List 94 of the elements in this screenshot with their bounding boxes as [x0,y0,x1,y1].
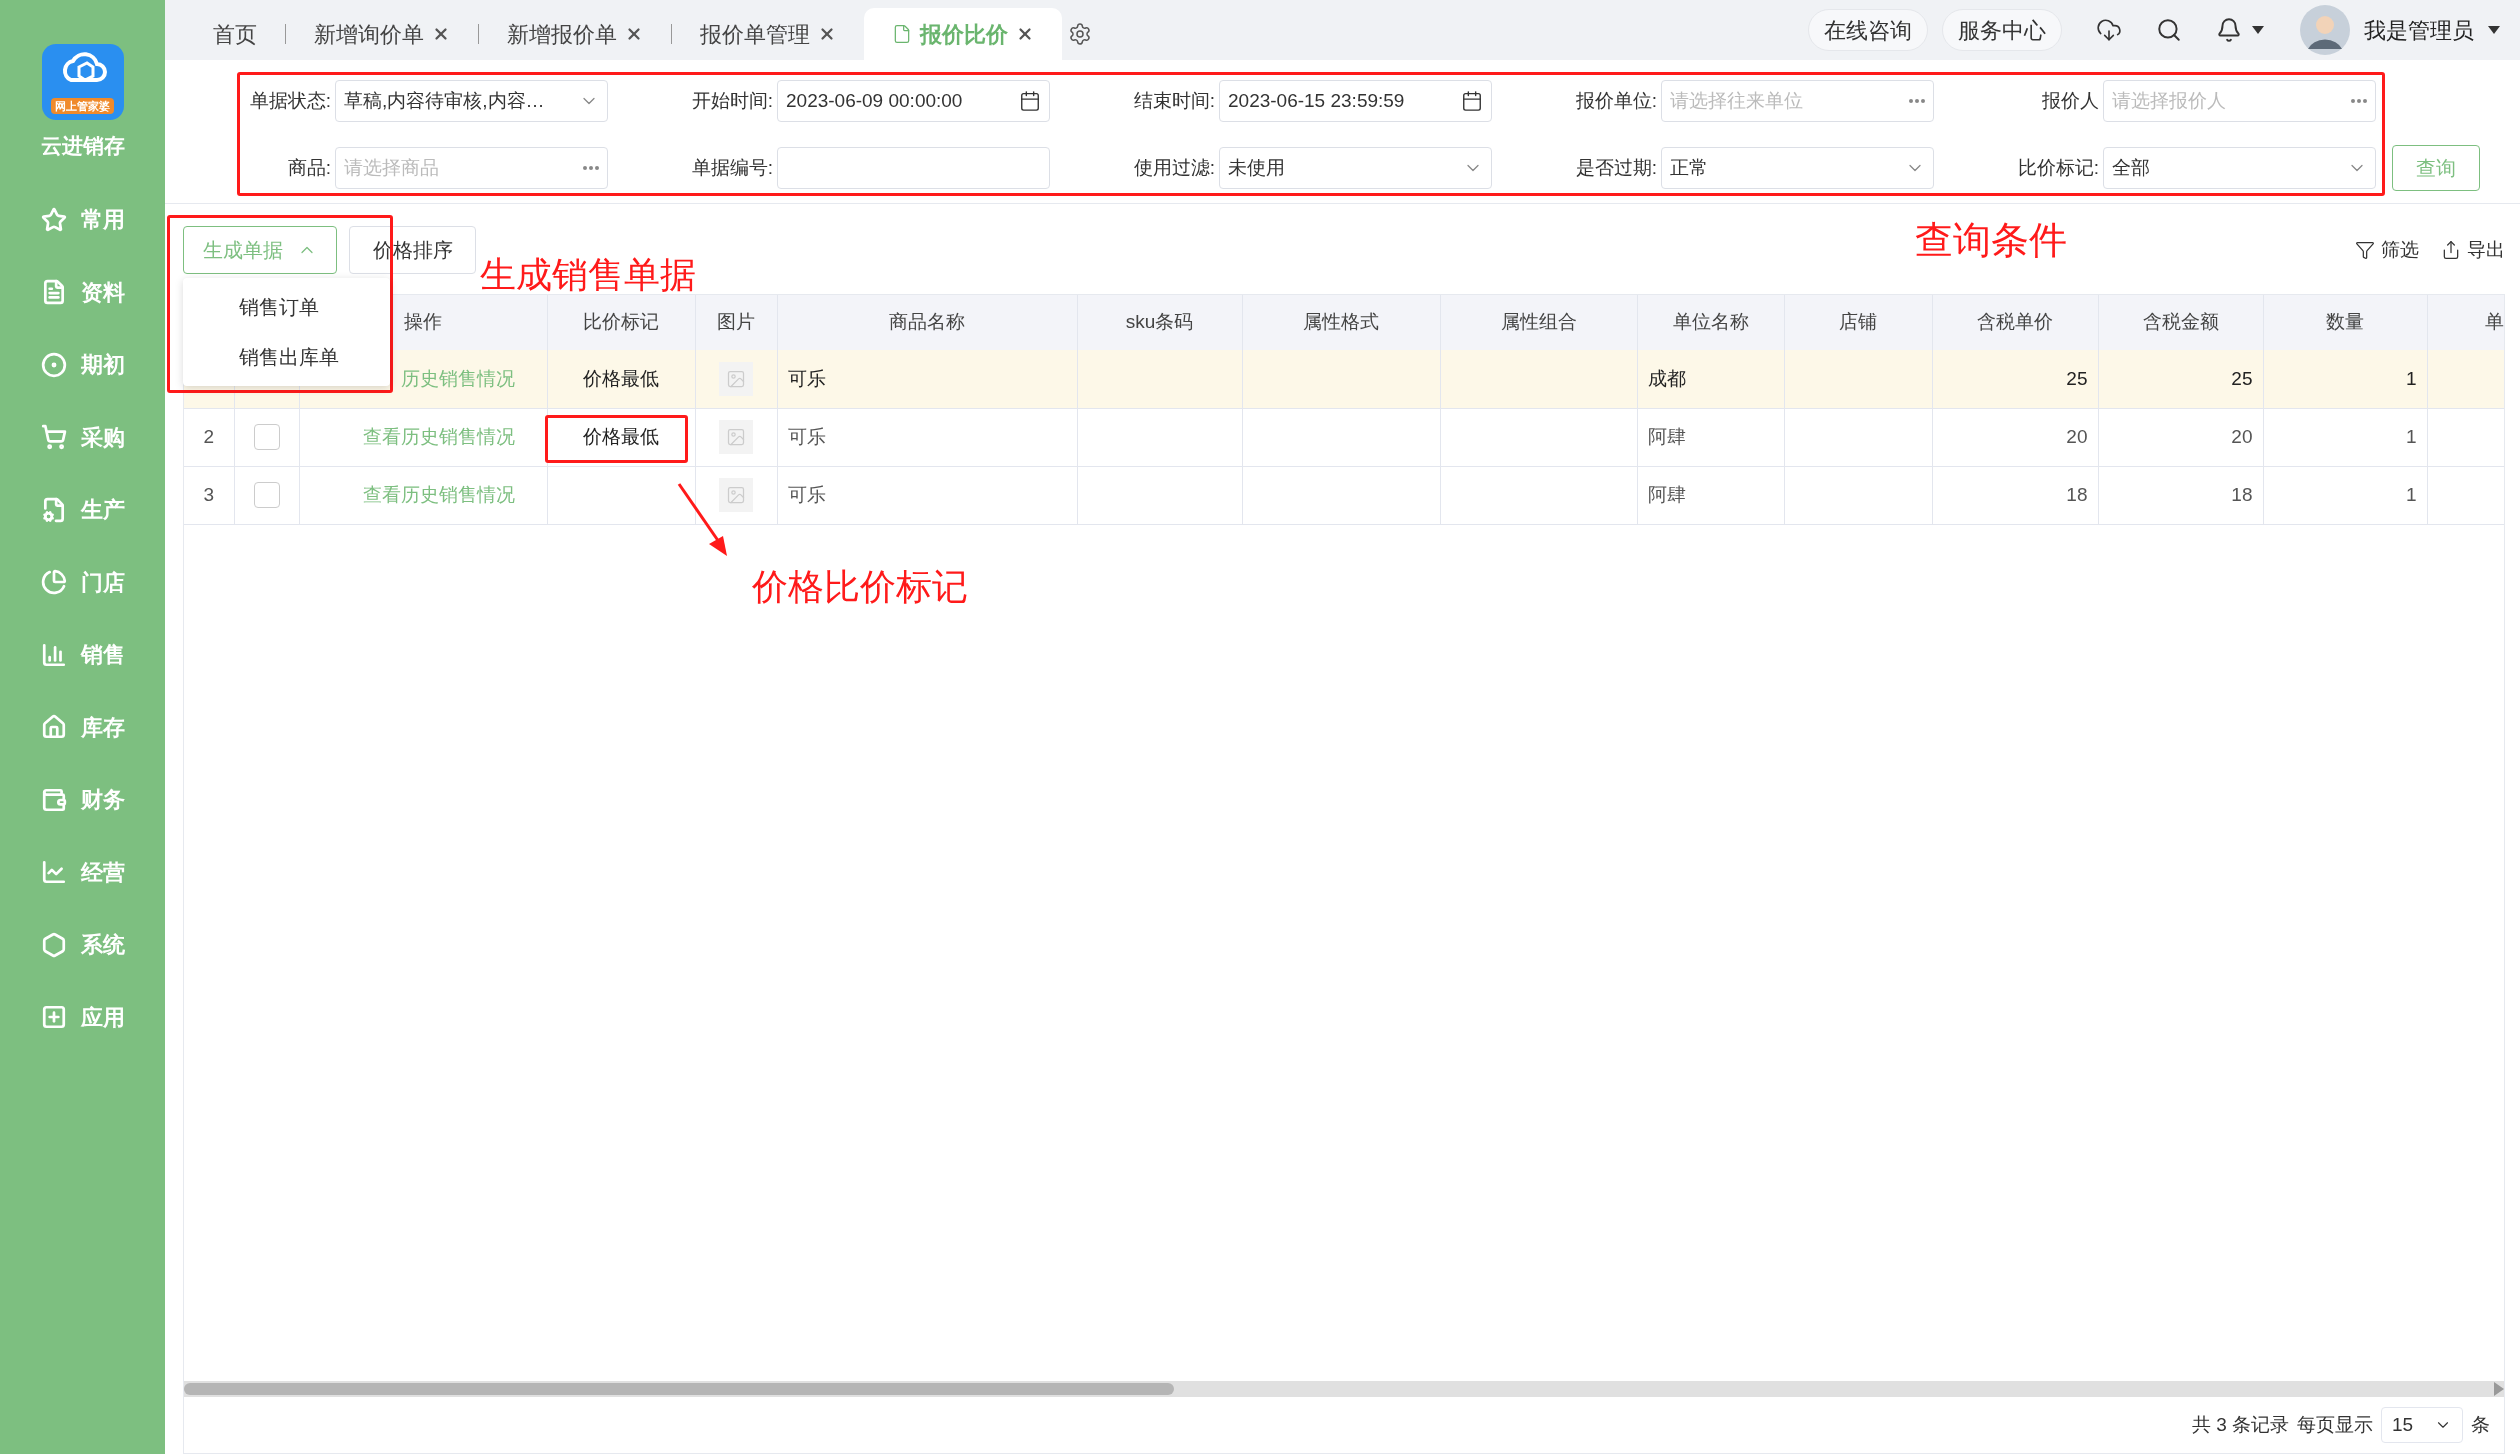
record-count: 共 3 条记录 [2191,1412,2289,1437]
sort-button[interactable]: 价格排序 [349,226,476,274]
toolbar-link[interactable]: 导出 [2441,235,2505,265]
filter-label: 比价标记: [2016,155,2100,180]
file-icon [892,24,912,44]
tab[interactable]: 新增询价单 [286,8,478,60]
table-cell: 25 [2231,367,2253,389]
plus-square-icon [40,1004,67,1031]
table-cell: 阿肆 [1647,425,1686,447]
avatar[interactable] [2300,5,2350,55]
page-size-unit: 条 [2471,1412,2490,1437]
wallet-icon [40,786,67,813]
annotation-label: 生成销售单据 [480,253,696,297]
toolbar-link[interactable]: 筛选 [2355,235,2419,265]
filter-label: 使用过滤: [1132,155,1216,180]
file-icon [40,496,67,523]
header-button[interactable]: 服务中心 [1942,9,2062,51]
tab[interactable]: 报价单管理 [672,8,864,60]
line-chart-icon [40,859,67,886]
user-name[interactable]: 我是管理员 [2364,13,2474,47]
more-icon[interactable] [1909,99,1925,103]
row-checkbox[interactable] [253,424,280,450]
scrollbar-thumb[interactable] [184,1383,1174,1395]
close-icon[interactable] [1016,25,1034,43]
table-cell: 可乐 [787,483,826,505]
more-icon[interactable] [583,166,599,170]
table-cell: 25 [2066,367,2088,389]
caret-icon [2252,26,2264,34]
table-cell: 阿肆 [1647,483,1686,505]
calendar-icon [1461,90,1483,112]
search-icon[interactable] [2156,17,2182,43]
date-field[interactable]: 2023-06-09 00:00:00 [777,80,1050,122]
app-name: 云进销存 [40,133,125,159]
horizontal-scrollbar[interactable] [184,1381,2504,1397]
table-cell: 可乐 [787,367,826,389]
date-field[interactable]: 2023-06-15 23:59:59 [1219,80,1492,122]
select-field[interactable]: 草稿,内容待审核,内容… [335,80,608,122]
annotation-label: 查询条件 [1915,218,2067,263]
close-icon[interactable] [625,25,643,43]
table-cell: 可乐 [787,425,826,447]
table-cell: 1 [2405,425,2417,447]
filter-label: 单据编号: [690,155,774,180]
calendar-icon [1019,90,1041,112]
input-field[interactable] [777,147,1050,189]
filter-label: 单据状态: [248,88,332,113]
share-icon [2441,240,2461,260]
table-cell: 价格最低 [583,425,659,447]
table-cell: 1 [2405,483,2417,505]
table-cell: 20 [2066,425,2088,447]
bar-chart-icon [40,641,67,668]
star-icon [40,206,67,233]
header-button[interactable]: 在线咨询 [1808,9,1928,51]
row-number: 3 [203,483,215,505]
page-size-select[interactable]: 15 [2381,1407,2463,1443]
caret-icon [2488,26,2500,34]
table-cell: 价格最低 [583,367,659,389]
filter-label: 是否过期: [1574,155,1658,180]
row-number: 2 [203,425,215,447]
annotation-label: 价格比价标记 [752,565,968,609]
table-cell: 成都 [1647,367,1686,389]
pie-chart-icon [40,569,67,596]
table-cell: 18 [2066,483,2088,505]
cart-icon [40,424,67,451]
select-field[interactable]: 正常 [1661,147,1934,189]
hexagon-icon [40,931,67,958]
row-checkbox[interactable] [253,482,280,508]
bell-icon[interactable] [2216,17,2242,43]
image-placeholder-icon [719,478,753,512]
logo-tag: 网上管家婆 [51,97,114,114]
page-size-label: 每页显示 [2297,1412,2373,1437]
house-icon [40,714,67,741]
select-field[interactable]: 全部 [2103,147,2376,189]
close-icon[interactable] [818,25,836,43]
target-icon [40,351,67,378]
filter-label: 报价人 [2041,88,2100,113]
tab[interactable]: 首页 [185,8,285,60]
cloud-download-icon[interactable] [2096,17,2122,43]
table-cell: 18 [2231,483,2253,505]
image-placeholder-icon [719,420,753,454]
filter-label: 商品: [286,155,332,180]
filter-label: 开始时间: [690,88,774,113]
table-row[interactable]: 2 查看历史销售情况 价格最低 可乐 阿肆 20 20 1 [184,408,2504,466]
more-icon[interactable] [2351,99,2367,103]
close-icon[interactable] [432,25,450,43]
tab[interactable]: 新增报价单 [479,8,671,60]
settings-icon[interactable] [1068,22,1092,46]
table-row[interactable]: 3 查看历史销售情况 可乐 阿肆 18 18 1 [184,466,2504,524]
filter-label: 报价单位: [1574,88,1658,113]
funnel-icon [2355,240,2375,260]
image-placeholder-icon [719,361,753,396]
select-field[interactable]: 未使用 [1219,147,1492,189]
table-cell: 20 [2231,425,2253,447]
filter-label: 结束时间: [1132,88,1216,113]
table-cell: 1 [2405,367,2417,389]
